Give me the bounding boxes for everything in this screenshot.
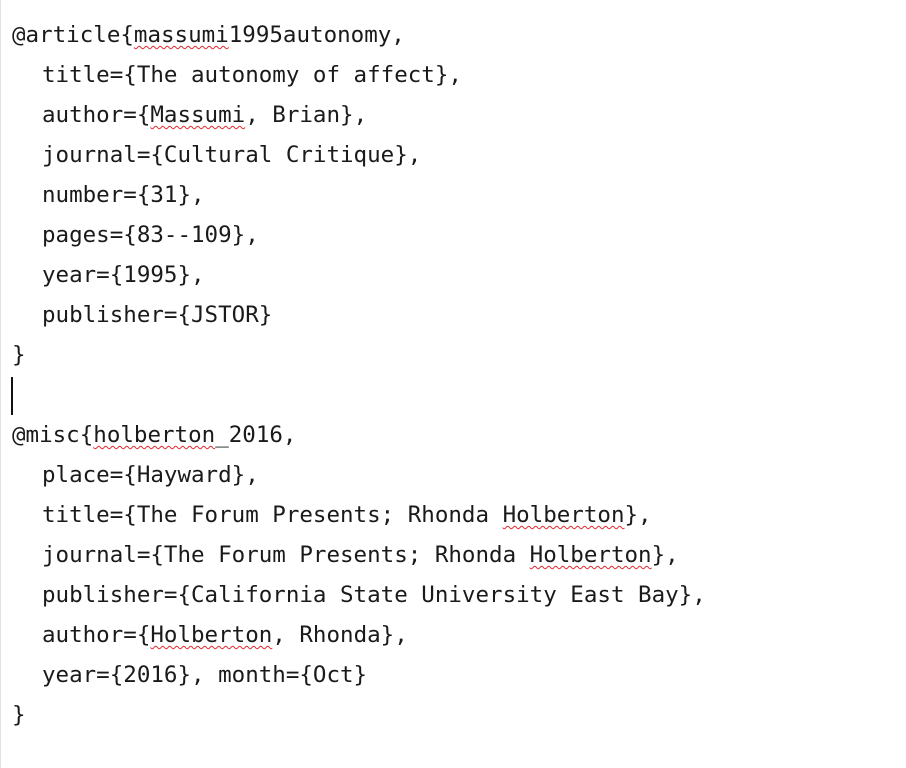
- field-text: publisher={JSTOR}: [42, 302, 273, 328]
- closing-brace: }: [12, 342, 26, 368]
- field-text: number={31},: [42, 182, 205, 208]
- field-text: journal={Cultural Critique},: [42, 142, 422, 168]
- field-text: publisher={California State University E…: [42, 582, 706, 608]
- field-text: author={: [42, 622, 151, 648]
- entry-key: 1995autonomy,: [228, 22, 405, 48]
- field-text: place={Hayward},: [42, 462, 259, 488]
- misspelled-word[interactable]: holberton: [93, 422, 215, 448]
- field-text: journal={The Forum Presents; Rhonda: [42, 542, 530, 568]
- entry-close-line[interactable]: }: [12, 335, 904, 375]
- text-cursor: [11, 377, 13, 415]
- field-text: author={: [42, 102, 151, 128]
- field-line[interactable]: number={31},: [12, 175, 904, 215]
- entry-key: _2016,: [215, 422, 297, 448]
- field-line[interactable]: pages={83--109},: [12, 215, 904, 255]
- field-line[interactable]: publisher={JSTOR}: [12, 295, 904, 335]
- entry-type: @misc{: [12, 422, 94, 448]
- field-line[interactable]: journal={Cultural Critique},: [12, 135, 904, 175]
- blank-line[interactable]: [11, 375, 904, 415]
- field-line[interactable]: author={Holberton, Rhonda},: [12, 615, 904, 655]
- misspelled-word[interactable]: Holberton: [530, 542, 652, 568]
- field-line[interactable]: journal={The Forum Presents; Rhonda Holb…: [12, 535, 904, 575]
- field-text: year={1995},: [42, 262, 205, 288]
- field-line[interactable]: title={The Forum Presents; Rhonda Holber…: [12, 495, 904, 535]
- misspelled-word[interactable]: Holberton: [150, 622, 272, 648]
- entry-close-line[interactable]: }: [12, 695, 904, 735]
- field-text: title={The autonomy of affect},: [42, 62, 462, 88]
- field-line[interactable]: year={1995},: [12, 255, 904, 295]
- text-editor[interactable]: @article{massumi1995autonomy, title={The…: [0, 0, 904, 768]
- field-line[interactable]: place={Hayward},: [12, 455, 904, 495]
- field-line[interactable]: year={2016}, month={Oct}: [12, 655, 904, 695]
- field-line[interactable]: title={The autonomy of affect},: [12, 55, 904, 95]
- field-text: pages={83--109},: [42, 222, 259, 248]
- field-line[interactable]: author={Massumi, Brian},: [12, 95, 904, 135]
- field-text: },: [651, 542, 679, 568]
- field-line[interactable]: publisher={California State University E…: [12, 575, 904, 615]
- misspelled-word[interactable]: Holberton: [503, 502, 625, 528]
- closing-brace: }: [12, 702, 26, 728]
- entry-type: @article{: [12, 22, 134, 48]
- field-text: , Rhonda},: [272, 622, 408, 648]
- misspelled-word[interactable]: Massumi: [150, 102, 245, 128]
- misspelled-word[interactable]: massumi: [134, 22, 229, 48]
- field-text: year={2016}, month={Oct}: [42, 662, 368, 688]
- entry-header-line[interactable]: @misc{holberton_2016,: [12, 415, 904, 455]
- entry-header-line[interactable]: @article{massumi1995autonomy,: [12, 15, 904, 55]
- bibtex-document[interactable]: @article{massumi1995autonomy, title={The…: [11, 15, 904, 735]
- field-text: },: [624, 502, 652, 528]
- field-text: , Brian},: [245, 102, 368, 128]
- field-text: title={The Forum Presents; Rhonda: [42, 502, 503, 528]
